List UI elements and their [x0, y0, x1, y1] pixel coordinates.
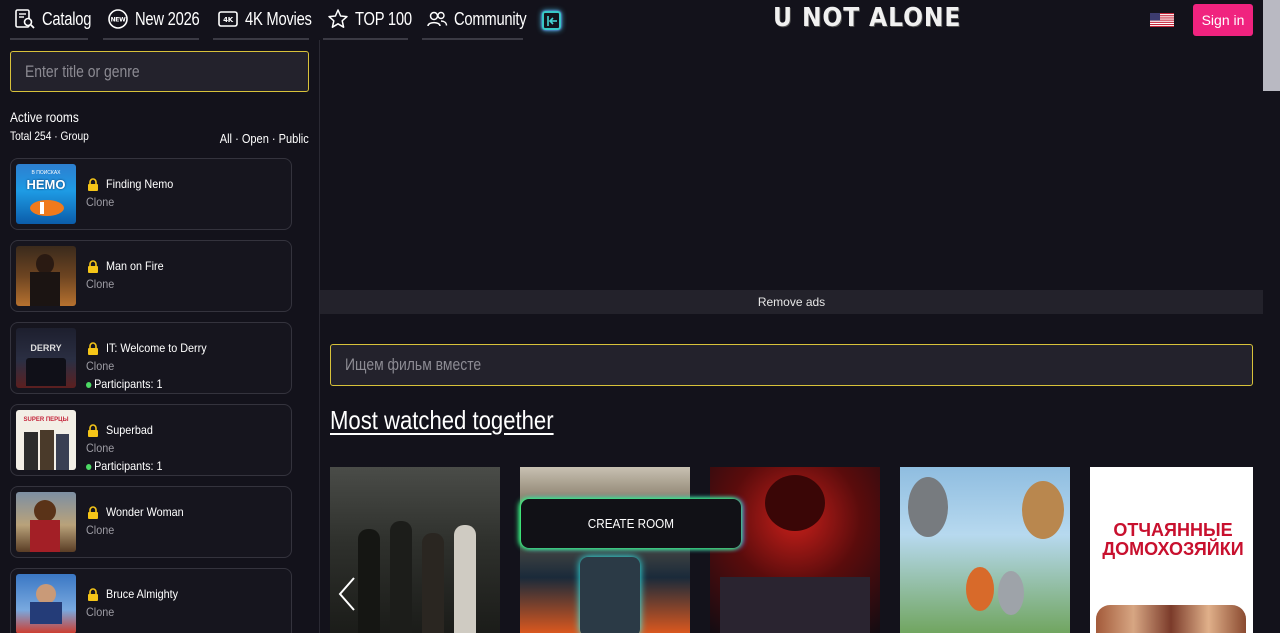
room-card[interactable]: Bruce Almighty Clone — [10, 568, 292, 633]
lock-icon — [88, 260, 98, 273]
thumb-caption: DERRY — [30, 343, 62, 353]
lock-icon — [88, 178, 98, 191]
active-rooms-title: Active rooms — [10, 109, 79, 125]
room-thumbnail: DERRY — [16, 328, 76, 388]
us-flag-icon[interactable] — [1150, 13, 1174, 27]
lock-icon — [88, 588, 98, 601]
room-thumbnail — [16, 574, 76, 633]
new-badge-icon: NEW — [108, 9, 128, 29]
room-status: Clone — [86, 523, 115, 537]
room-name: Superbad — [106, 423, 153, 437]
sign-in-button[interactable]: Sign in — [1193, 4, 1253, 36]
remove-ads-link[interactable]: Remove ads — [320, 290, 1263, 314]
thumb-caption-top: В ПОИСКАХ — [31, 170, 61, 176]
nav-catalog-label: Catalog — [42, 8, 92, 29]
page-scrollbar[interactable] — [1263, 0, 1280, 91]
room-card[interactable]: Wonder Woman Clone — [10, 486, 292, 558]
create-room-label: CREATE ROOM — [587, 516, 675, 531]
room-participants: Participants: 1 — [86, 459, 163, 473]
sidebar-search-input[interactable]: Enter title or genre — [10, 51, 309, 92]
nav-community[interactable]: Community — [422, 0, 527, 40]
room-name: IT: Welcome to Derry — [106, 341, 207, 355]
lock-icon — [88, 506, 98, 519]
room-thumbnail — [16, 246, 76, 306]
room-card[interactable]: SUPER ПЕРЦЫ Superbad Clone Participants:… — [10, 404, 292, 476]
room-status: Clone — [86, 195, 115, 209]
nav-4k-movies[interactable]: 4K 4K Movies — [213, 0, 312, 40]
sidebar-search-placeholder: Enter title or genre — [25, 61, 140, 81]
room-card[interactable]: DERRY IT: Welcome to Derry Clone Partici… — [10, 322, 292, 394]
svg-text:4K: 4K — [223, 16, 234, 24]
room-thumbnail: В ПОИСКАХ НЕМО — [16, 164, 76, 224]
online-dot-icon — [86, 463, 92, 470]
nav-catalog[interactable]: Catalog — [10, 0, 92, 40]
rooms-filter[interactable]: All · Open · Public — [220, 131, 309, 146]
nav-new-2026[interactable]: NEW New 2026 — [103, 0, 200, 40]
room-name: Bruce Almighty — [106, 587, 179, 601]
main-search-placeholder: Ищем фильм вместе — [345, 355, 482, 374]
lock-icon — [88, 424, 98, 437]
users-icon — [427, 11, 448, 27]
room-thumbnail: SUPER ПЕРЦЫ — [16, 410, 76, 470]
room-name: Man on Fire — [106, 259, 164, 273]
carousel-prev-arrow-icon[interactable] — [336, 574, 360, 614]
movie-poster[interactable] — [710, 467, 880, 633]
catalog-search-icon — [15, 9, 35, 29]
star-icon — [328, 9, 348, 28]
exit-fullscreen-button[interactable] — [542, 11, 561, 30]
room-name: Finding Nemo — [106, 177, 174, 191]
movie-poster[interactable]: ОТЧАЯННЫЕ ДОМОХОЗЯЙКИ — [1090, 467, 1253, 633]
nav-4k-label: 4K Movies — [245, 8, 312, 29]
room-participants: Participants: 1 — [86, 377, 163, 391]
svg-text:NEW: NEW — [111, 17, 127, 24]
room-thumbnail — [16, 492, 76, 552]
poster-title: ОТЧАЯННЫЕ ДОМОХОЗЯЙКИ — [1102, 520, 1244, 559]
ad-banner-area — [320, 40, 1263, 290]
main-search-input[interactable]: Ищем фильм вместе — [330, 344, 1253, 386]
participants-count: Participants: 1 — [94, 459, 163, 473]
nav-top-100[interactable]: TOP 100 — [323, 0, 412, 40]
room-card[interactable]: В ПОИСКАХ НЕМО Finding Nemo Clone — [10, 158, 292, 230]
lock-icon — [88, 342, 98, 355]
arrow-left-bar-icon — [546, 15, 557, 26]
top-navigation: Catalog NEW New 2026 4K 4K Movies TOP 10… — [0, 0, 1262, 40]
movie-poster[interactable] — [520, 467, 690, 633]
rooms-total: Total 254 · Group — [10, 129, 89, 143]
room-status: Clone — [86, 277, 115, 291]
online-dot-icon — [86, 381, 92, 388]
nav-community-label: Community — [454, 8, 527, 29]
room-card[interactable]: Man on Fire Clone — [10, 240, 292, 312]
create-room-button[interactable]: CREATE ROOM — [521, 499, 741, 548]
nav-top-label: TOP 100 — [355, 8, 412, 29]
site-logo[interactable]: U NOT ALONE — [773, 3, 961, 33]
room-name: Wonder Woman — [106, 505, 184, 519]
room-status: Clone — [86, 605, 115, 619]
4k-icon: 4K — [218, 11, 238, 27]
rooms-sidebar: Enter title or genre Active rooms Total … — [0, 40, 320, 633]
movie-poster[interactable] — [900, 467, 1070, 633]
nav-new-label: New 2026 — [135, 8, 200, 29]
thumb-caption: SUPER ПЕРЦЫ — [23, 417, 69, 423]
room-status: Clone — [86, 441, 115, 455]
room-status: Clone — [86, 359, 115, 373]
thumb-caption: НЕМО — [26, 177, 66, 192]
section-title[interactable]: Most watched together — [330, 405, 554, 436]
participants-count: Participants: 1 — [94, 377, 163, 391]
